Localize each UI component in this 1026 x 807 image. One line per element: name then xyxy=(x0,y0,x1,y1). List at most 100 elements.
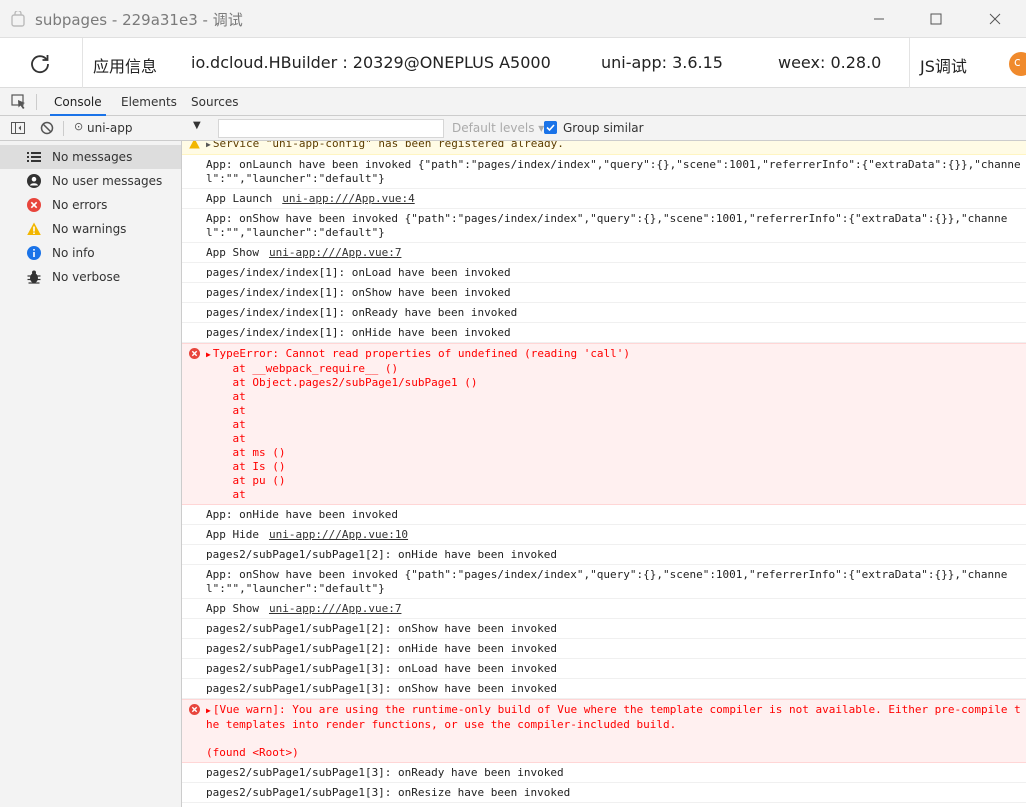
divider xyxy=(36,94,37,110)
js-debug-button[interactable]: JS调试 xyxy=(920,53,967,77)
sidebar-item-label: No info xyxy=(52,246,95,260)
console-messages[interactable]: ▶ Service "uni-app-config" has been regis… xyxy=(182,141,1026,807)
console-log-message[interactable]: App Show uni-app:///App.vue:7 xyxy=(182,243,1026,263)
console-error-message[interactable]: ▶ TypeError: Cannot read properties of un… xyxy=(182,343,1026,505)
console-log-message[interactable]: pages2/subPage1/subPage1[3]: onResize ha… xyxy=(182,783,1026,803)
expand-triangle-icon[interactable]: ▶ xyxy=(206,141,211,149)
bug-icon xyxy=(27,270,41,284)
message-text: pages/index/index[1]: onShow have been i… xyxy=(206,286,511,299)
close-button[interactable] xyxy=(966,0,1024,38)
message-text: pages/index/index[1]: onHide have been i… xyxy=(206,326,511,339)
message-text: App: onHide have been invoked xyxy=(206,508,399,521)
message-text: [Vue warn]: You are using the runtime-on… xyxy=(206,703,1021,759)
console-log-message[interactable]: pages2/subPage1/subPage1[2]: onShow have… xyxy=(182,619,1026,639)
error-icon xyxy=(27,198,41,212)
divider xyxy=(82,38,83,88)
console-warning-message[interactable]: ▶ Service "uni-app-config" has been regis… xyxy=(182,141,1026,155)
context-icon: ⊙ xyxy=(74,120,84,133)
window-title: subpages - 229a31e3 - 调试 xyxy=(35,11,243,29)
warning-icon xyxy=(27,222,41,235)
console-log-message[interactable]: pages/index/index[1]: onShow have been i… xyxy=(182,283,1026,303)
info-icon xyxy=(27,246,41,260)
sidebar-toggle-icon[interactable] xyxy=(11,121,25,135)
maximize-button[interactable] xyxy=(907,0,965,38)
app-info-button[interactable]: 应用信息 xyxy=(93,53,157,77)
source-link[interactable]: uni-app:///App.vue:10 xyxy=(269,528,408,541)
warning-icon xyxy=(189,141,200,149)
tab-elements[interactable]: Elements xyxy=(117,88,181,116)
message-text: pages2/subPage1/subPage1[3]: onReady hav… xyxy=(206,766,564,779)
console-log-message[interactable]: App: onShow have been invoked {"path":"p… xyxy=(182,209,1026,243)
group-similar-label: Group similar xyxy=(563,121,644,135)
context-select[interactable]: ⊙ uni-app ▼ xyxy=(70,116,210,140)
sidebar-item-verbose[interactable]: No verbose xyxy=(0,265,181,289)
console-message-list: ▶ Service "uni-app-config" has been regis… xyxy=(182,141,1026,807)
sidebar-item-warnings[interactable]: No warnings xyxy=(0,217,181,241)
console-log-message[interactable]: App Launch uni-app:///App.vue:4 xyxy=(182,189,1026,209)
debug-info-bar: 应用信息 io.dcloud.HBuilder : 20329@ONEPLUS … xyxy=(0,38,1026,88)
console-log-message[interactable]: App: onShow have been invoked {"path":"p… xyxy=(182,565,1026,599)
console-error-message[interactable]: ▶ [Vue warn]: You are using the runtime-o… xyxy=(182,699,1026,763)
message-text: App Launch xyxy=(206,192,273,205)
sidebar-item-label: No errors xyxy=(52,198,108,212)
message-text: pages2/subPage1/subPage1[3]: onResize ha… xyxy=(206,786,571,799)
message-text: App Show xyxy=(206,246,259,259)
message-text: pages2/subPage1/subPage1[2]: onShow have… xyxy=(206,622,557,635)
user-icon xyxy=(27,174,41,188)
message-text: pages2/subPage1/subPage1[3]: onLoad have… xyxy=(206,662,557,675)
message-text: pages2/subPage1/subPage1[2]: onHide have… xyxy=(206,642,557,655)
inspect-element-icon[interactable] xyxy=(11,94,27,110)
maximize-icon xyxy=(930,13,942,25)
console-log-message[interactable]: App: onLaunch have been invoked {"path":… xyxy=(182,155,1026,189)
console-log-message[interactable]: pages2/subPage1/subPage1[3]: onLoad have… xyxy=(182,659,1026,679)
sidebar-item-user-messages[interactable]: No user messages xyxy=(0,169,181,193)
message-text: App: onShow have been invoked {"path":"p… xyxy=(206,568,1008,595)
minimize-button[interactable] xyxy=(850,0,908,38)
expand-triangle-icon[interactable]: ▶ xyxy=(206,706,211,715)
source-link[interactable]: uni-app:///App.vue:4 xyxy=(282,192,414,205)
uniapp-version: uni-app: 3.6.15 xyxy=(601,53,723,72)
console-log-message[interactable]: pages2/subPage1/subPage1[3]: onShow have… xyxy=(182,679,1026,699)
console-log-message[interactable]: pages/index/index[1]: onLoad have been i… xyxy=(182,263,1026,283)
tab-console[interactable]: Console xyxy=(50,88,106,116)
sidebar-item-info[interactable]: No info xyxy=(0,241,181,265)
device-label: io.dcloud.HBuilder : 20329@ONEPLUS A5000 xyxy=(191,53,551,72)
console-toolbar: ⊙ uni-app ▼ Default levels ▾ Group simil… xyxy=(0,116,1026,141)
message-text: App Show xyxy=(206,602,259,615)
console-log-message[interactable]: pages2/subPage1/subPage1[3]: onUnload ha… xyxy=(182,803,1026,807)
message-text: App: onLaunch have been invoked {"path":… xyxy=(206,158,1021,185)
orange-badge[interactable]: c xyxy=(1009,52,1026,76)
list-icon xyxy=(27,152,41,162)
error-icon xyxy=(189,348,200,359)
console-log-message[interactable]: pages2/subPage1/subPage1[3]: onReady hav… xyxy=(182,763,1026,783)
refresh-icon[interactable] xyxy=(28,52,52,76)
sidebar-item-errors[interactable]: No errors xyxy=(0,193,181,217)
filter-input[interactable] xyxy=(218,119,444,138)
sidebar-item-label: No messages xyxy=(52,150,133,164)
console-log-message[interactable]: App Show uni-app:///App.vue:7 xyxy=(182,599,1026,619)
console-log-message[interactable]: pages2/subPage1/subPage1[2]: onHide have… xyxy=(182,639,1026,659)
expand-triangle-icon[interactable]: ▶ xyxy=(206,350,211,359)
weex-version: weex: 0.28.0 xyxy=(778,53,882,72)
source-link[interactable]: uni-app:///App.vue:7 xyxy=(269,602,401,615)
console-log-message[interactable]: pages/index/index[1]: onHide have been i… xyxy=(182,323,1026,343)
console-log-message[interactable]: App Hide uni-app:///App.vue:10 xyxy=(182,525,1026,545)
sidebar-item-label: No verbose xyxy=(52,270,121,284)
badge-text: c xyxy=(1014,55,1021,69)
message-text: TypeError: Cannot read properties of und… xyxy=(212,347,631,501)
tab-sources[interactable]: Sources xyxy=(187,88,242,116)
chevron-down-icon: ▼ xyxy=(193,120,201,131)
console-log-message[interactable]: pages/index/index[1]: onReady have been … xyxy=(182,303,1026,323)
group-similar-checkbox[interactable] xyxy=(544,121,557,134)
sidebar-item-label: No warnings xyxy=(52,222,127,236)
console-sidebar: No messages No user messages No errors N… xyxy=(0,141,182,807)
console-log-message[interactable]: App: onHide have been invoked xyxy=(182,505,1026,525)
window-title-bar: subpages - 229a31e3 - 调试 xyxy=(0,0,1026,38)
console-log-message[interactable]: pages2/subPage1/subPage1[2]: onHide have… xyxy=(182,545,1026,565)
log-levels-dropdown[interactable]: Default levels ▾ xyxy=(452,121,544,135)
source-link[interactable]: uni-app:///App.vue:7 xyxy=(269,246,401,259)
clear-console-icon[interactable] xyxy=(40,121,54,135)
sidebar-item-messages[interactable]: No messages xyxy=(0,145,181,169)
message-text: Service "uni-app-config" has been regist… xyxy=(212,141,564,150)
minimize-icon xyxy=(874,18,884,20)
